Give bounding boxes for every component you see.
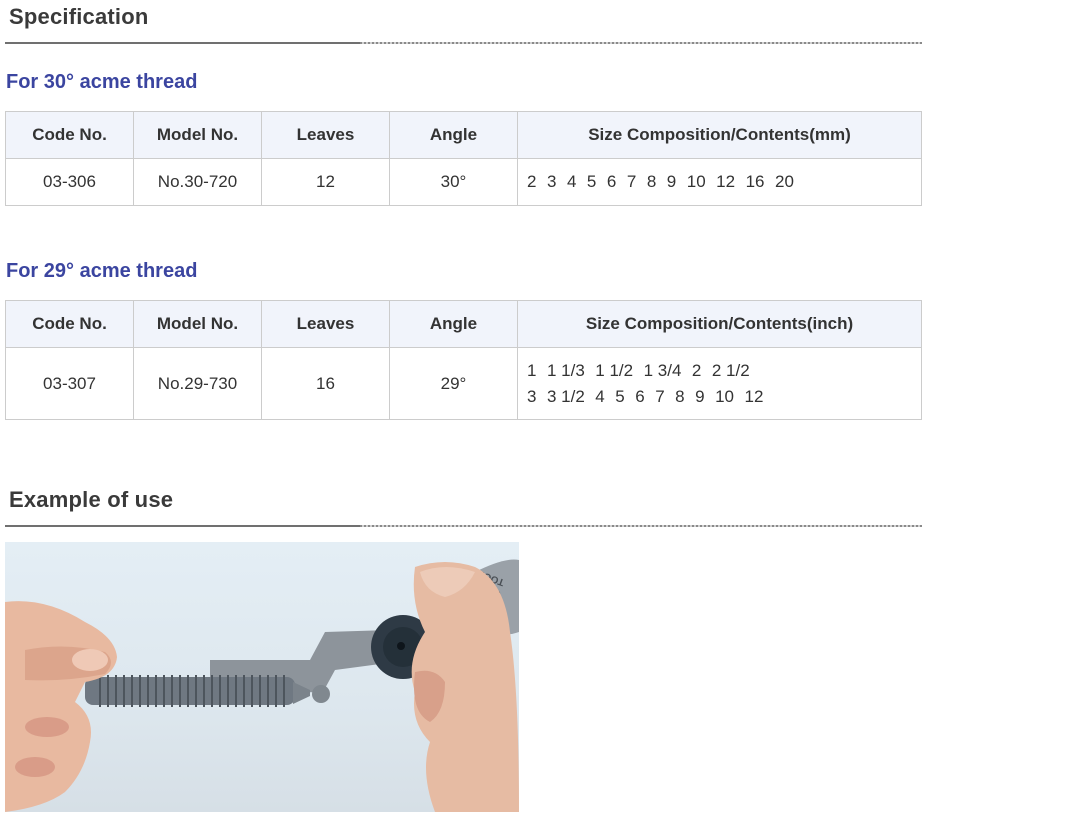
- subtitle-30-degree: For 30° acme thread: [6, 71, 198, 93]
- size-item: 1: [527, 360, 537, 380]
- size-item: 8: [646, 172, 657, 191]
- table-row: 03-306 No.30-720 12 30° 2 3 4 5 6 7 8 9 10 12 16 20: [5, 158, 922, 206]
- example-heading: Example of use: [9, 487, 174, 512]
- size-item: 9: [666, 172, 677, 191]
- cell-code-no: 03-307: [5, 347, 134, 420]
- cell-model-no: No.29-730: [133, 347, 262, 420]
- thread-gauge-illustration: TOOL SUS: [5, 559, 519, 812]
- size-item: 10: [715, 386, 735, 406]
- cell-size-list: 1 1 1/3 1 1/2 1 3/4 2 2 1/2 3 3 1/2 4 5 6 7 8 9 10 12: [517, 347, 922, 420]
- table-header-row: Code No. Model No. Leaves Angle Size Com…: [5, 300, 922, 348]
- size-item: 7: [626, 172, 637, 191]
- header-model-no: Model No.: [133, 300, 262, 348]
- cell-model-no: No.30-720: [133, 158, 262, 206]
- section-divider: [5, 525, 922, 527]
- size-item: 5: [586, 172, 597, 191]
- size-item: 20: [775, 172, 794, 191]
- divider-dashed: [360, 42, 922, 44]
- size-item: 5: [615, 386, 625, 406]
- size-item: 6: [606, 172, 617, 191]
- specification-heading: Specification: [9, 4, 149, 29]
- size-item: 2 1/2: [711, 360, 750, 380]
- header-angle: Angle: [389, 300, 518, 348]
- size-item: 7: [655, 386, 665, 406]
- size-line: 1 1 1/3 1 1/2 1 3/4 2 2 1/2: [527, 358, 921, 384]
- size-item: 10: [686, 172, 706, 191]
- size-item: 16: [745, 172, 765, 191]
- size-item: 12: [744, 386, 764, 406]
- bolt-tip: [312, 685, 330, 703]
- cell-leaves: 12: [261, 158, 390, 206]
- header-model-no: Model No.: [133, 111, 262, 159]
- header-code-no: Code No.: [5, 300, 134, 348]
- size-item: 1 1/3: [546, 360, 585, 380]
- section-divider: [5, 42, 922, 44]
- header-size-composition: Size Composition/Contents(mm): [517, 111, 922, 159]
- size-line: 3 3 1/2 4 5 6 7 8 9 10 12: [527, 384, 921, 410]
- header-code-no: Code No.: [5, 111, 134, 159]
- size-item: 3: [527, 386, 537, 406]
- cell-angle: 30°: [389, 158, 518, 206]
- size-item: 8: [675, 386, 685, 406]
- spec-table-30-degree: Code No. Model No. Leaves Angle Size Com…: [5, 111, 922, 206]
- cell-angle: 29°: [389, 347, 518, 420]
- cell-code-no: 03-306: [5, 158, 134, 206]
- example-photo: TOOL SUS: [5, 542, 519, 812]
- size-item: 2: [691, 360, 702, 380]
- divider-solid: [5, 525, 360, 527]
- size-item: 4: [566, 172, 577, 191]
- size-item: 9: [695, 386, 705, 406]
- size-item: 1 1/2: [595, 360, 634, 380]
- size-item: 2: [527, 172, 537, 191]
- table-header-row: Code No. Model No. Leaves Angle Size Com…: [5, 111, 922, 159]
- cell-size-list: 2 3 4 5 6 7 8 9 10 12 16 20: [517, 158, 922, 206]
- spec-table-29-degree: Code No. Model No. Leaves Angle Size Com…: [5, 300, 922, 420]
- divider-solid: [5, 42, 360, 44]
- size-line: 2 3 4 5 6 7 8 9 10 12 16 20: [527, 169, 921, 195]
- header-size-composition: Size Composition/Contents(inch): [517, 300, 922, 348]
- size-item: 12: [716, 172, 736, 191]
- table-row: 03-307 No.29-730 16 29° 1 1 1/3 1 1/2 1 3/4…: [5, 347, 922, 420]
- size-item: 1 3/4: [643, 360, 682, 380]
- header-angle: Angle: [389, 111, 518, 159]
- size-item: 3 1/2: [546, 386, 585, 406]
- subtitle-29-degree: For 29° acme thread: [6, 260, 198, 282]
- header-leaves: Leaves: [261, 300, 390, 348]
- size-item: 6: [635, 386, 645, 406]
- size-item: 4: [595, 386, 605, 406]
- header-leaves: Leaves: [261, 111, 390, 159]
- size-item: 3: [546, 172, 557, 191]
- divider-dashed: [360, 525, 922, 527]
- cell-leaves: 16: [261, 347, 390, 420]
